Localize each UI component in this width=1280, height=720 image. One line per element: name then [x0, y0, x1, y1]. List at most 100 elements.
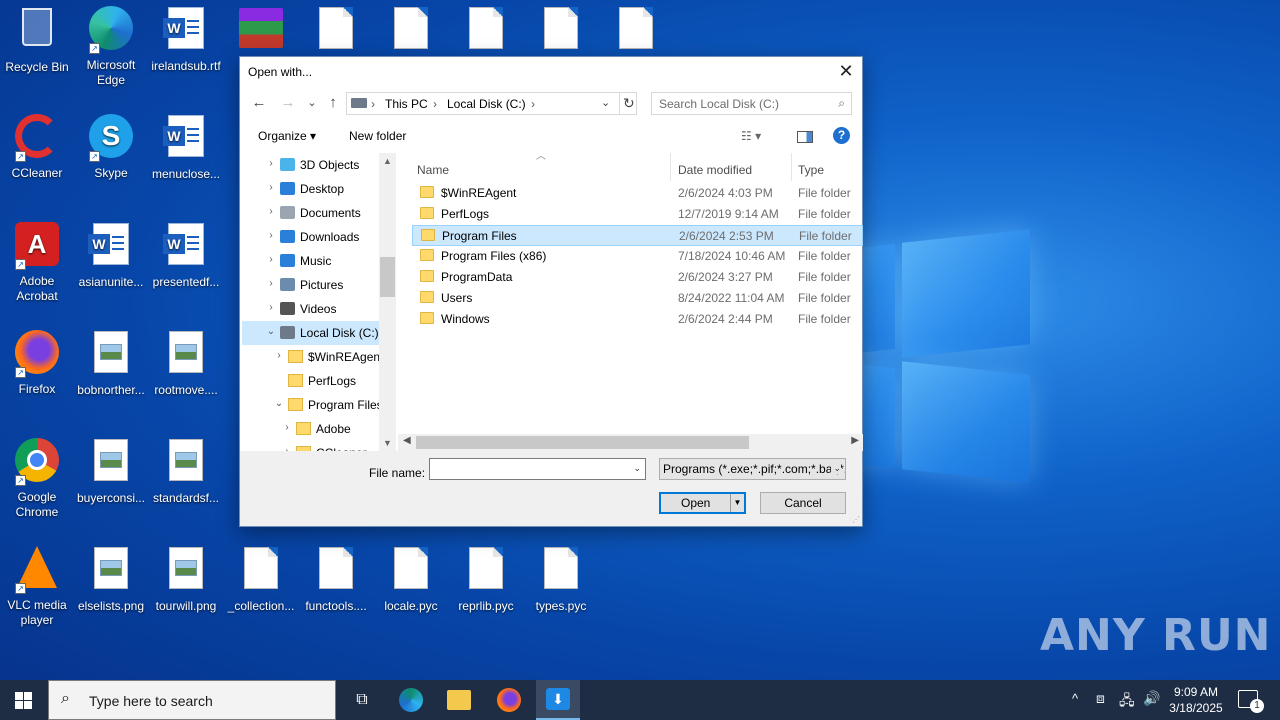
- file-row[interactable]: $WinREAgent 2/6/2024 4:03 PM File folder: [412, 183, 863, 204]
- file-list-scrollbar[interactable]: ◀ ▶: [398, 434, 863, 451]
- chevron-right-icon[interactable]: ›: [266, 230, 276, 241]
- start-button[interactable]: [15, 692, 32, 709]
- nav-tree-item[interactable]: › 3D Objects: [242, 153, 394, 177]
- file-row[interactable]: Users 8/24/2022 11:04 AM File folder: [412, 288, 863, 309]
- nav-tree-item[interactable]: › Videos: [242, 297, 394, 321]
- desktop-icon[interactable]: buyerconsi...: [74, 436, 148, 506]
- up-arrow-icon[interactable]: ↑: [324, 94, 342, 112]
- desktop-icon[interactable]: ↗ VLC media player: [0, 544, 74, 628]
- nav-tree-item[interactable]: › Pictures: [242, 273, 394, 297]
- chevron-right-icon[interactable]: ›: [282, 422, 292, 433]
- scroll-right-icon[interactable]: ▶: [851, 435, 859, 446]
- chevron-right-icon[interactable]: ›: [266, 182, 276, 193]
- open-button[interactable]: Open ▼: [659, 492, 746, 514]
- nav-tree-item[interactable]: › Adobe: [242, 417, 394, 441]
- desktop-icon[interactable]: elselists.png: [74, 544, 148, 614]
- desktop-icon[interactable]: Wpresentedf...: [149, 220, 223, 290]
- task-view-icon[interactable]: ⧉: [350, 688, 374, 712]
- firefox-taskbar-icon[interactable]: [497, 688, 521, 712]
- chevron-right-icon[interactable]: ›: [266, 254, 276, 265]
- clock[interactable]: 9:09 AM 3/18/2025: [1163, 684, 1229, 716]
- open-dropdown-icon[interactable]: ▼: [730, 494, 744, 512]
- desktop-icon[interactable]: types.pyc: [524, 544, 598, 614]
- breadcrumb-this-pc[interactable]: This PC: [385, 97, 428, 111]
- nav-tree-item[interactable]: ›CCleaner: [242, 441, 394, 451]
- volume-icon[interactable]: 🔊: [1143, 690, 1160, 707]
- desktop-icon[interactable]: [449, 4, 523, 59]
- nav-tree-item[interactable]: › Documents: [242, 201, 394, 225]
- breadcrumb-local-disk[interactable]: Local Disk (C:): [447, 97, 526, 111]
- column-header-date-modified[interactable]: Date modified: [678, 163, 752, 177]
- forward-arrow-icon[interactable]: →: [279, 94, 297, 112]
- nav-tree-item[interactable]: › Desktop: [242, 177, 394, 201]
- nav-tree-item[interactable]: › Music: [242, 249, 394, 273]
- network-status-icon[interactable]: ⧈: [1096, 690, 1105, 707]
- desktop-icon[interactable]: [374, 4, 448, 59]
- desktop-icon[interactable]: [299, 4, 373, 59]
- search-input[interactable]: Search Local Disk (C:) ⌕: [651, 92, 852, 115]
- desktop-icon[interactable]: [524, 4, 598, 59]
- file-row[interactable]: Program Files (x86) 7/18/2024 10:46 AM Fil…: [412, 246, 863, 267]
- chevron-right-icon[interactable]: ›: [266, 206, 276, 217]
- show-hidden-icons-chevron[interactable]: ^: [1072, 691, 1078, 706]
- desktop-icon[interactable]: S ↗ Skype: [74, 112, 148, 181]
- chevron-right-icon[interactable]: ›: [274, 350, 284, 361]
- taskbar-search[interactable]: ⌕ Type here to search: [48, 680, 336, 720]
- recent-locations-icon[interactable]: ⌄: [303, 94, 321, 112]
- nav-tree-item[interactable]: ⌄ Program Files: [242, 393, 394, 417]
- scrollbar-thumb[interactable]: [380, 257, 395, 297]
- chevron-down-icon[interactable]: ⌄: [633, 463, 641, 474]
- chevron-right-icon[interactable]: ›: [266, 278, 276, 289]
- desktop-icon[interactable]: A ↗ Adobe Acrobat: [0, 220, 74, 304]
- refresh-icon[interactable]: ↻: [623, 95, 635, 112]
- file-row[interactable]: ProgramData 2/6/2024 3:27 PM File folder: [412, 267, 863, 288]
- desktop-icon[interactable]: _collection...: [224, 544, 298, 614]
- nav-tree-item[interactable]: PerfLogs: [242, 369, 394, 393]
- view-options-icon[interactable]: ☷ ▾: [741, 129, 761, 143]
- preview-pane-icon[interactable]: [797, 131, 813, 143]
- desktop-icon[interactable]: Wmenuclose...: [149, 112, 223, 182]
- desktop-icon[interactable]: functools....: [299, 544, 373, 614]
- desktop-icon[interactable]: tourwill.png: [149, 544, 223, 614]
- desktop-icon[interactable]: Recycle Bin: [0, 4, 74, 75]
- column-header-name[interactable]: Name: [417, 163, 449, 177]
- column-header-type[interactable]: Type: [798, 163, 824, 177]
- address-dropdown-icon[interactable]: ⌄: [601, 96, 610, 109]
- cancel-button[interactable]: Cancel: [760, 492, 846, 514]
- file-type-select[interactable]: Programs (*.exe;*.pif;*.com;*.bat;*.cmd)…: [659, 458, 846, 480]
- desktop-icon[interactable]: locale.pyc: [374, 544, 448, 614]
- wired-network-icon[interactable]: 🖧: [1119, 690, 1135, 714]
- desktop-icon[interactable]: [599, 4, 673, 59]
- chevron-right-icon[interactable]: ›: [266, 302, 276, 313]
- desktop-icon[interactable]: Wirelandsub.rtf: [149, 4, 223, 74]
- address-bar[interactable]: › This PC › Local Disk (C:) › ⌄ ↻: [346, 92, 637, 115]
- back-arrow-icon[interactable]: ←: [250, 94, 268, 112]
- desktop-icon[interactable]: bobnorther...: [74, 328, 148, 398]
- desktop-icon[interactable]: reprlib.pyc: [449, 544, 523, 614]
- new-folder-button[interactable]: New folder: [349, 129, 406, 143]
- help-icon[interactable]: ?: [833, 127, 850, 144]
- desktop-icon[interactable]: ↗ Microsoft Edge: [74, 4, 148, 88]
- resize-grip-icon[interactable]: ⋰: [852, 515, 860, 524]
- navigation-pane-scrollbar[interactable]: ▲ ▼: [379, 153, 396, 451]
- file-row[interactable]: Windows 2/6/2024 2:44 PM File folder: [412, 309, 863, 330]
- chevron-down-icon[interactable]: ⌄: [266, 326, 276, 337]
- desktop-icon[interactable]: ↗ CCleaner: [0, 112, 74, 181]
- file-name-input[interactable]: ⌄: [429, 458, 646, 480]
- organize-button[interactable]: Organize ▾: [258, 129, 316, 143]
- chevron-down-icon[interactable]: ⌄: [274, 398, 284, 409]
- nav-tree-item[interactable]: ⌄ Local Disk (C:): [242, 321, 394, 345]
- notification-center-icon[interactable]: 1: [1238, 690, 1264, 713]
- scrollbar-thumb[interactable]: [416, 436, 749, 449]
- active-app-taskbar-button[interactable]: ⬇: [536, 680, 580, 720]
- desktop-icon[interactable]: rootmove....: [149, 328, 223, 398]
- desktop-icon[interactable]: ↗ Firefox: [0, 328, 74, 397]
- desktop-icon[interactable]: standardsf...: [149, 436, 223, 506]
- file-explorer-taskbar-icon[interactable]: [447, 690, 471, 710]
- chevron-right-icon[interactable]: ›: [266, 158, 276, 169]
- nav-tree-item[interactable]: › $WinREAgent: [242, 345, 394, 369]
- close-icon[interactable]: ✕: [836, 61, 856, 81]
- file-row[interactable]: Program Files 2/6/2024 2:53 PM File folder: [412, 225, 863, 246]
- desktop-icon[interactable]: ↗ Google Chrome: [0, 436, 74, 520]
- desktop-icon[interactable]: Wasianunite...: [74, 220, 148, 290]
